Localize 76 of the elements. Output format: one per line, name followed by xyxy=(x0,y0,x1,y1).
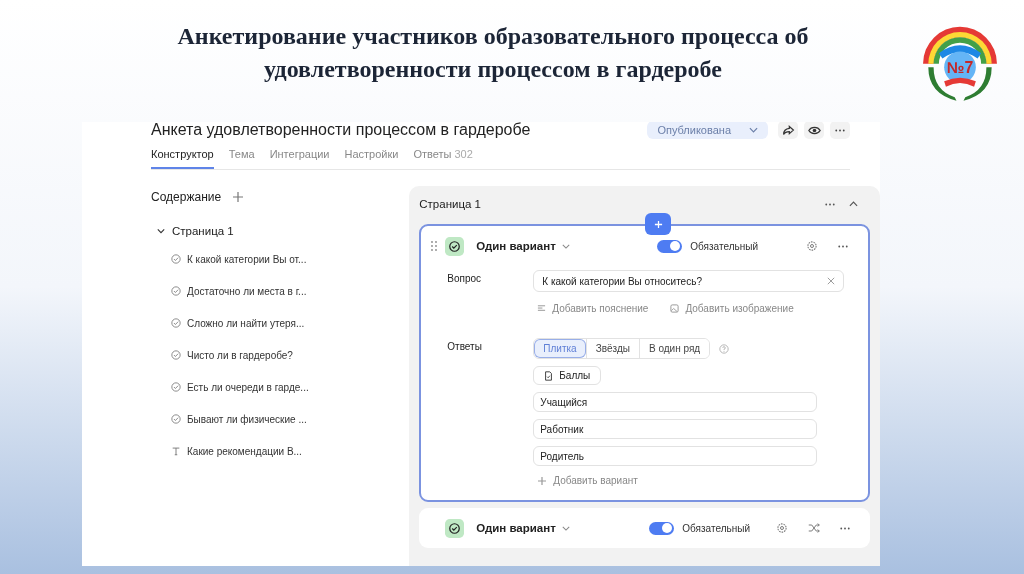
question-item[interactable]: Чисто ли в гардеробе? xyxy=(171,339,409,371)
contents-heading: Содержание xyxy=(151,190,222,204)
question-title: Достаточно ли места в г... xyxy=(187,285,307,297)
check-circle-icon xyxy=(171,318,181,328)
status-dropdown[interactable]: Опубликована xyxy=(647,122,768,139)
question-item[interactable]: Есть ли очереди в гарде... xyxy=(171,371,409,403)
more-button[interactable] xyxy=(830,122,850,139)
question-title: Есть ли очереди в гарде... xyxy=(187,381,309,393)
chevron-down-icon xyxy=(749,127,758,133)
question-item[interactable]: Какие рекомендации В... xyxy=(171,435,409,467)
question-item[interactable]: Сложно ли найти утеря... xyxy=(171,307,409,339)
tab[interactable]: Интеграции xyxy=(269,146,330,169)
answers-label: Ответы xyxy=(447,340,483,354)
shuffle-icon[interactable] xyxy=(808,522,820,534)
preview-button[interactable] xyxy=(804,122,824,139)
add-image-link[interactable]: Добавить изображение xyxy=(670,303,794,314)
collapse-icon[interactable] xyxy=(849,201,858,207)
add-description-link[interactable]: Добавить пояснение xyxy=(537,303,649,314)
question-title: Какие рекомендации В... xyxy=(187,445,302,457)
question-input[interactable]: К какой категории Вы относитесь? xyxy=(542,275,827,287)
question-title: Сложно ли найти утеря... xyxy=(187,317,305,329)
add-option-link[interactable]: Добавить вариант xyxy=(533,475,844,486)
lines-icon xyxy=(537,304,547,313)
add-question-button[interactable] xyxy=(645,213,672,235)
chevron-icon[interactable] xyxy=(157,228,165,234)
check-circle-icon xyxy=(171,286,181,296)
required-toggle[interactable] xyxy=(649,521,675,535)
check-circle-icon xyxy=(171,254,181,264)
add-icon[interactable] xyxy=(233,192,244,202)
question-item[interactable]: Достаточно ли места в г... xyxy=(171,275,409,307)
question-field[interactable]: К какой категории Вы относитесь? xyxy=(533,270,844,292)
more-icon xyxy=(835,128,845,132)
page-item[interactable]: Страница 1 xyxy=(157,225,409,237)
tab[interactable]: Конструктор xyxy=(151,146,214,169)
question-item[interactable]: К какой категории Вы от... xyxy=(171,243,409,275)
view-option[interactable]: В один ряд xyxy=(638,339,710,358)
question-type-dropdown[interactable]: Один вариант xyxy=(472,240,570,252)
answer-option-field[interactable]: Работник xyxy=(533,419,818,439)
chevron-down-icon xyxy=(561,525,570,531)
check-circle-icon xyxy=(171,350,181,360)
page-title: Страница 1 xyxy=(419,198,482,210)
question-item[interactable]: Бывают ли физические ... xyxy=(171,403,409,435)
tab[interactable]: Настройки xyxy=(344,146,399,169)
plus-icon xyxy=(537,475,548,486)
answer-option-field[interactable]: Учащийся xyxy=(533,392,818,412)
settings-icon[interactable] xyxy=(806,240,818,252)
plus-icon xyxy=(653,219,663,229)
question-label: Вопрос xyxy=(447,272,483,286)
chevron-down-icon xyxy=(561,243,570,249)
image-icon xyxy=(670,304,680,313)
share-button[interactable] xyxy=(778,122,798,139)
question-title: Чисто ли в гардеробе? xyxy=(187,349,293,361)
school-emblem-drawing: №7 xyxy=(916,18,1004,106)
clear-icon[interactable] xyxy=(827,277,835,285)
question-type-dropdown[interactable]: Один вариант xyxy=(472,522,570,534)
scores-button[interactable]: Баллы xyxy=(533,366,602,385)
drag-handle-icon[interactable] xyxy=(431,241,438,251)
more-icon[interactable] xyxy=(825,202,835,206)
answer-option-field[interactable]: Родитель xyxy=(533,446,818,466)
tab[interactable]: Тема xyxy=(228,146,255,169)
tab[interactable]: Ответы 302 xyxy=(413,146,473,169)
more-icon[interactable] xyxy=(840,526,850,530)
document-icon xyxy=(544,370,554,381)
required-label: Обязательный xyxy=(682,522,750,534)
required-toggle[interactable] xyxy=(657,239,683,253)
form-title: Анкета удовлетворенности процессом в гардеробе xyxy=(151,122,532,139)
text-icon xyxy=(171,446,181,456)
slide-title: Анкетирование участников образовательного процесса об удовлетворенности процессом в гардеробе xyxy=(176,22,810,84)
more-icon[interactable] xyxy=(838,244,848,248)
required-label: Обязательный xyxy=(690,240,758,252)
check-circle-icon xyxy=(171,414,181,424)
question-title: Бывают ли физические ... xyxy=(187,413,307,425)
settings-icon[interactable] xyxy=(776,522,788,534)
question-title: К какой категории Вы от... xyxy=(187,253,307,265)
check-circle-icon xyxy=(171,382,181,392)
share-icon xyxy=(781,123,795,137)
